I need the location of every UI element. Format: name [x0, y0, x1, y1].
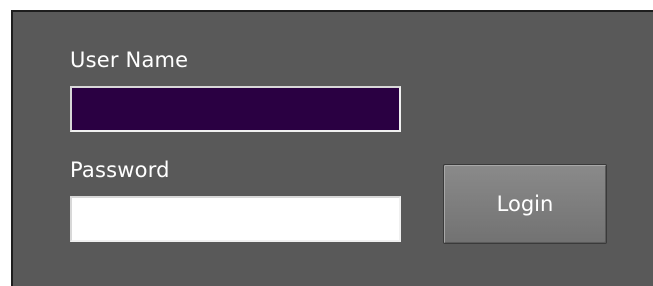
login-button[interactable]: Login [443, 164, 607, 244]
login-panel: User Name Password Login [11, 10, 653, 286]
username-label: User Name [70, 48, 189, 72]
username-input[interactable] [70, 86, 401, 132]
password-input[interactable] [70, 196, 401, 242]
login-button-label: Login [496, 192, 554, 216]
password-label: Password [70, 158, 170, 182]
